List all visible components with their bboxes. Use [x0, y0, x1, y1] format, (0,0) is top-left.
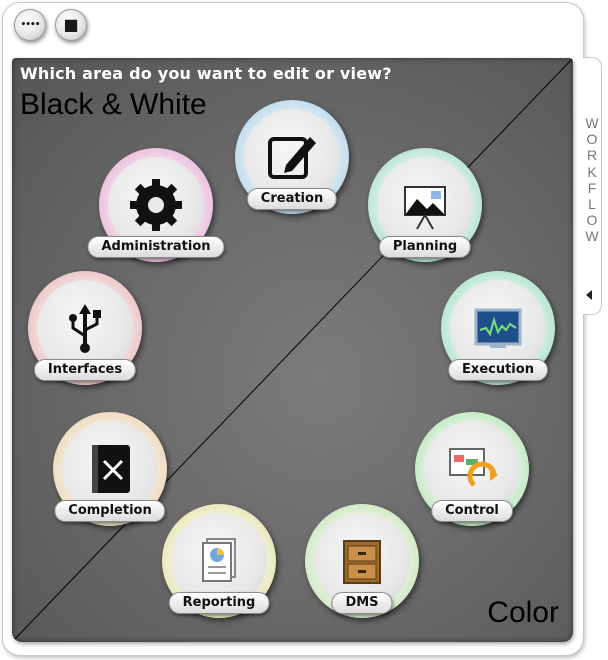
- workflow-letter: W: [585, 115, 599, 131]
- gear-icon: [130, 179, 182, 231]
- area-planning[interactable]: Planning: [368, 148, 482, 262]
- presentation-chart-icon: [404, 186, 446, 230]
- workflow-letter: R: [586, 147, 598, 164]
- area-label: Execution: [448, 359, 548, 381]
- workflow-letter: K: [587, 163, 597, 180]
- area-label: Administration: [87, 236, 225, 258]
- control-cycle-icon: [449, 448, 498, 487]
- area-selector-panel: Which area do you want to edit or view? …: [12, 58, 573, 642]
- area-control[interactable]: Control: [415, 412, 529, 526]
- report-document-icon: [202, 538, 236, 582]
- workflow-letter: O: [586, 212, 598, 229]
- collapse-left-icon[interactable]: [586, 290, 592, 300]
- area-execution[interactable]: Execution: [441, 271, 555, 385]
- stop-icon: ■: [63, 15, 79, 34]
- monitor-waveform-icon: [474, 308, 522, 348]
- area-label: Completion: [54, 500, 166, 522]
- usb-icon: [69, 304, 101, 353]
- area-label: Reporting: [168, 592, 270, 614]
- area-label: Control: [431, 500, 513, 522]
- area-dms[interactable]: DMS: [305, 504, 419, 618]
- area-label: Creation: [246, 188, 338, 210]
- area-label: DMS: [331, 592, 393, 614]
- edit-icon: [268, 137, 316, 179]
- panel-question: Which area do you want to edit or view?: [20, 64, 392, 83]
- workflow-letter: L: [588, 196, 596, 213]
- stop-button[interactable]: ■: [55, 9, 87, 41]
- area-completion[interactable]: Completion: [53, 412, 167, 526]
- workflow-letter: F: [587, 179, 597, 196]
- area-reporting[interactable]: Reporting: [162, 504, 276, 618]
- more-dots-icon: ••••: [20, 19, 40, 30]
- area-interfaces[interactable]: Interfaces: [28, 271, 142, 385]
- workflow-side-tab[interactable]: W O R K F L O W: [583, 57, 602, 315]
- file-cabinet-icon: [343, 540, 381, 584]
- area-label: Planning: [378, 236, 472, 258]
- workflow-letter: O: [586, 131, 598, 148]
- more-button[interactable]: ••••: [14, 9, 46, 41]
- closed-book-icon: [92, 445, 130, 493]
- area-creation[interactable]: Creation: [235, 100, 349, 214]
- color-mode-label[interactable]: Color: [487, 596, 559, 630]
- area-administration[interactable]: Administration: [87, 148, 225, 262]
- workflow-letter: W: [585, 228, 599, 245]
- area-label: Interfaces: [33, 359, 137, 381]
- black-white-mode-label[interactable]: Black & White: [20, 88, 207, 122]
- workflow-vertical-label: W O R K F L O W: [583, 115, 601, 245]
